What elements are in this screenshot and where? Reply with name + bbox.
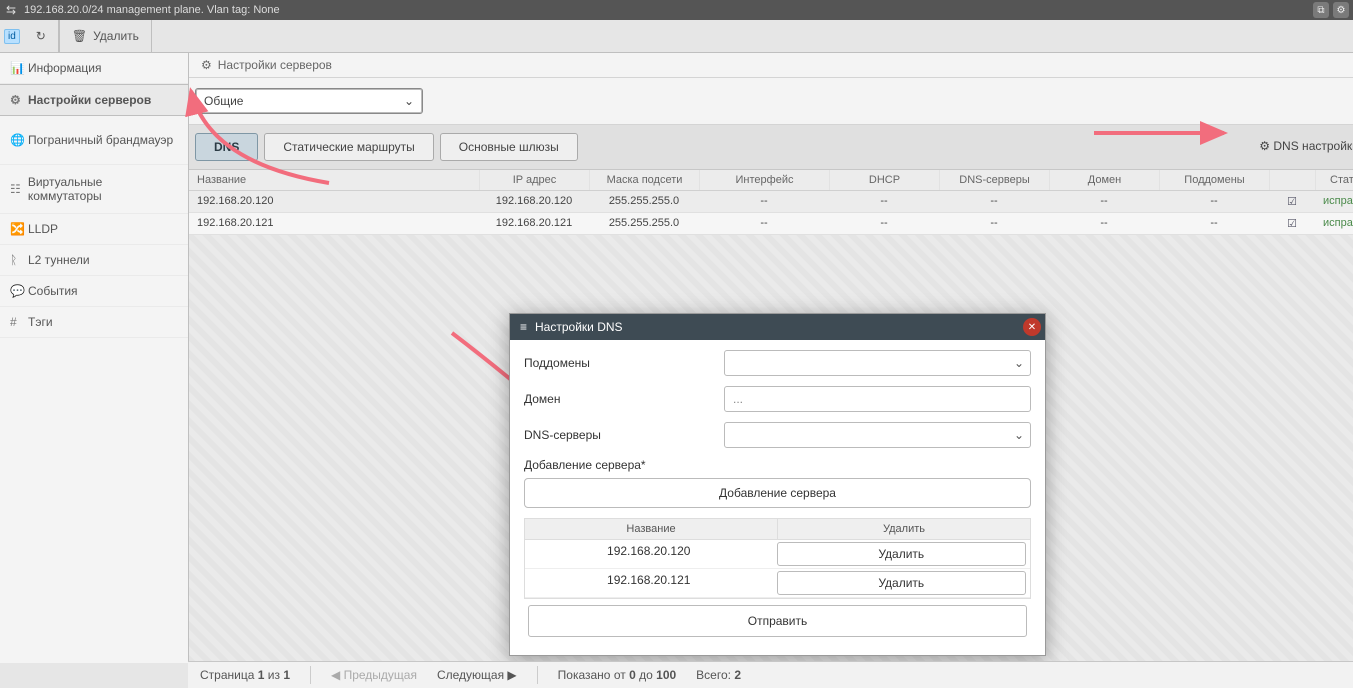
gear-icon: ⚙ (10, 93, 28, 107)
th-name: Название (525, 519, 778, 539)
refresh-button[interactable]: ↻ (24, 20, 59, 52)
page-info: Страница 1 из 1 (200, 668, 290, 682)
sidebar-item-label: LLDP (28, 222, 58, 236)
sidebar-item-label: Тэги (28, 315, 53, 329)
hash-icon: # (10, 315, 28, 329)
window-settings-button[interactable]: ⚙ (1333, 2, 1349, 18)
top-toolbar: id ↻ 🗑 Удалить (0, 20, 1353, 53)
plink-icon: ᚱ (10, 253, 28, 267)
td-name: 192.168.20.120 (525, 540, 773, 568)
network-icon: ⇆ (4, 3, 18, 17)
add-server-label: Добавление сервера* (524, 458, 724, 472)
dialog-titlebar[interactable]: ≡ Настройки DNS ✕ (510, 314, 1045, 340)
range-info: Показано от 0 до 100 (558, 668, 677, 682)
sliders-icon: ≡ (520, 320, 527, 334)
dns-servers-label: DNS-серверы (524, 428, 724, 442)
window-copy-button[interactable]: ⧉ (1313, 2, 1329, 18)
sidebar-item-tags[interactable]: #Тэги (0, 307, 188, 338)
total-info: Всего: 2 (696, 668, 741, 682)
prev-button[interactable]: ◀ Предыдущая (331, 668, 417, 682)
delete-server-button[interactable]: Удалить (777, 571, 1027, 595)
server-table: Название Удалить 192.168.20.120 Удалить … (524, 518, 1031, 599)
sidebar-item-label: События (28, 284, 78, 298)
sidebar-item-server-settings[interactable]: ⚙Настройки серверов (0, 84, 188, 116)
add-server-button[interactable]: Добавление сервера (524, 478, 1031, 508)
sidebar-item-firewall[interactable]: 🌐Пограничный брандмауэр (0, 116, 188, 165)
delete-button[interactable]: 🗑 Удалить (59, 20, 152, 52)
domain-label: Домен (524, 392, 724, 406)
dialog-close-button[interactable]: ✕ (1023, 318, 1041, 336)
sidebar-item-vswitch[interactable]: ☷Виртуальные коммутаторы (0, 165, 188, 214)
server-table-row: 192.168.20.120 Удалить (525, 540, 1030, 569)
send-button[interactable]: Отправить (528, 605, 1027, 637)
window-titlebar: ⇆ 192.168.20.0/24 management plane. Vlan… (0, 0, 1353, 20)
share-icon: 🔀 (10, 222, 28, 236)
sidebar-item-label: Информация (28, 61, 101, 75)
subdomains-label: Поддомены (524, 356, 724, 370)
delete-label: Удалить (93, 29, 139, 43)
pager: Страница 1 из 1 ◀ Предыдущая Следующая ▶… (188, 661, 1353, 688)
server-table-row: 192.168.20.121 Удалить (525, 569, 1030, 598)
dialog-body: Поддомены ⌄ Домен ... DNS-серверы ⌄ Доба… (510, 340, 1045, 655)
dns-servers-select[interactable]: ⌄ (724, 422, 1031, 448)
domain-input[interactable]: ... (724, 386, 1031, 412)
stats-icon: 📊 (10, 61, 28, 75)
sidebar-item-label: Виртуальные коммутаторы (28, 175, 178, 203)
window-title: 192.168.20.0/24 management plane. Vlan t… (24, 4, 280, 16)
modal-backdrop: ≡ Настройки DNS ✕ Поддомены ⌄ Домен ... … (189, 53, 1353, 663)
dialog-title: Настройки DNS (535, 320, 623, 334)
sidebar-item-lldp[interactable]: 🔀LLDP (0, 214, 188, 245)
sidebar-item-label: Пограничный брандмауэр (28, 133, 173, 147)
chevron-down-icon: ⌄ (1014, 428, 1024, 442)
sidebar-item-events[interactable]: 💬События (0, 276, 188, 307)
globe-icon: 🌐 (10, 133, 28, 147)
trash-icon: 🗑 (72, 29, 87, 43)
delete-server-button[interactable]: Удалить (777, 542, 1027, 566)
subdomains-select[interactable]: ⌄ (724, 350, 1031, 376)
sidebar-item-label: Настройки серверов (28, 93, 151, 107)
sidebar-item-info[interactable]: 📊Информация (0, 53, 188, 84)
sidebar-item-label: L2 туннели (28, 253, 90, 267)
sidebar: 📊Информация ⚙Настройки серверов 🌐Пограни… (0, 53, 189, 663)
refresh-icon: ↻ (36, 29, 46, 43)
td-name: 192.168.20.121 (525, 569, 773, 597)
th-delete: Удалить (778, 519, 1030, 539)
dns-settings-dialog: ≡ Настройки DNS ✕ Поддомены ⌄ Домен ... … (509, 313, 1046, 656)
speech-icon: 💬 (10, 284, 28, 298)
main-panel: ⚙ Настройки серверов Общие ⌄ DNS Статиче… (189, 53, 1353, 663)
id-tag: id (4, 29, 20, 44)
domain-placeholder: ... (733, 392, 743, 406)
grid-icon: ☷ (10, 182, 28, 196)
sidebar-item-l2[interactable]: ᚱL2 туннели (0, 245, 188, 276)
next-button[interactable]: Следующая ▶ (437, 668, 517, 682)
chevron-down-icon: ⌄ (1014, 356, 1024, 370)
